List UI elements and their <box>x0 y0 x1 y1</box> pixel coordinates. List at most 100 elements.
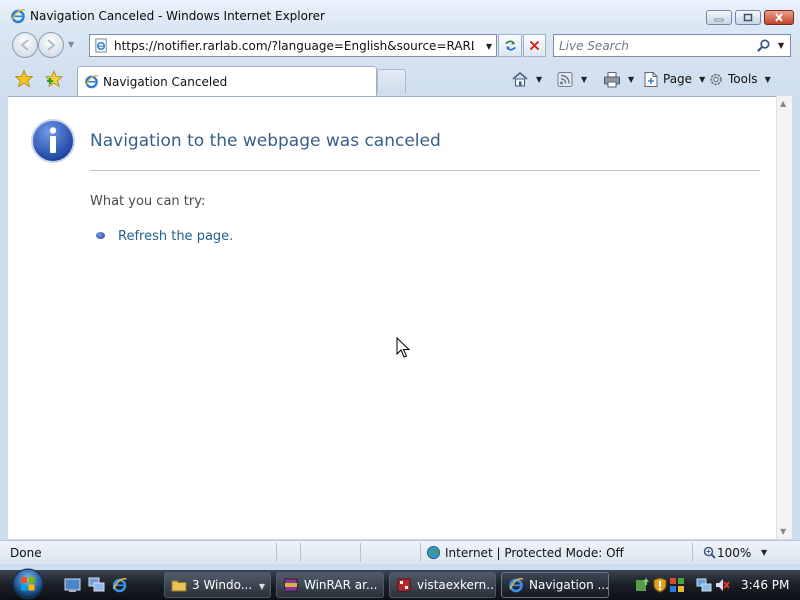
taskbar-button-vistaexkern[interactable]: vistaexkern... <box>389 572 496 598</box>
status-text: Done <box>10 546 42 560</box>
ie-logo-icon <box>11 9 26 24</box>
print-dropdown-icon[interactable]: ▼ <box>628 75 634 84</box>
search-input[interactable] <box>554 35 744 56</box>
page-menu-label: Page <box>663 72 693 86</box>
stop-icon <box>529 40 540 51</box>
minimize-button[interactable] <box>706 10 732 25</box>
print-icon <box>604 71 620 87</box>
status-separator <box>276 543 277 562</box>
title-bar: Navigation Canceled - Windows Internet E… <box>0 0 800 32</box>
print-button[interactable]: ▼ <box>603 70 634 88</box>
scroll-down-icon[interactable]: ▼ <box>780 527 786 536</box>
feeds-dropdown-icon[interactable]: ▼ <box>581 75 587 84</box>
refresh-button[interactable] <box>498 34 522 57</box>
tab-navigation-canceled[interactable]: Navigation Canceled <box>77 66 377 96</box>
vertical-scrollbar[interactable]: ▲ ▼ <box>776 96 792 539</box>
close-icon <box>775 13 783 22</box>
info-icon <box>31 119 75 163</box>
taskbar-button-label: Navigation ... <box>529 578 609 592</box>
page-icon <box>95 38 107 53</box>
close-button[interactable] <box>764 10 794 25</box>
volume-muted-icon[interactable] <box>714 577 730 593</box>
taskbar-button-windows[interactable]: 3 Windo... ▼ <box>164 572 271 598</box>
globe-icon <box>426 545 441 560</box>
taskbar-button-label: 3 Windo... <box>192 578 253 592</box>
zoom-icon <box>703 546 716 559</box>
tools-dropdown-icon: ▼ <box>764 74 771 84</box>
tray-download-icon[interactable] <box>634 577 650 593</box>
windows-update-icon[interactable] <box>669 577 685 593</box>
maximize-button[interactable] <box>735 10 761 25</box>
refresh-icon <box>504 40 516 51</box>
home-dropdown-icon[interactable]: ▼ <box>536 75 542 84</box>
home-icon <box>512 71 528 86</box>
security-zone[interactable]: Internet | Protected Mode: Off <box>445 546 624 560</box>
feeds-button[interactable]: ▼ <box>556 70 587 88</box>
ie-icon <box>509 578 524 593</box>
search-icon[interactable] <box>756 38 771 53</box>
gear-icon <box>710 73 722 85</box>
mouse-cursor-icon <box>396 337 411 358</box>
taskbar-button-winrar[interactable]: WinRAR ar... <box>276 572 384 598</box>
start-button-icon[interactable] <box>6 567 50 600</box>
zoom-dropdown-icon[interactable]: ▼ <box>761 548 767 557</box>
page-menu[interactable]: Page ▼ <box>642 70 705 88</box>
page-icon <box>644 71 658 87</box>
forward-button[interactable] <box>38 32 64 58</box>
taskbar: 3 Windo... ▼ WinRAR ar... vistaexkern...… <box>0 567 800 600</box>
command-bar: Navigation Canceled ▼ ▼ ▼ Page ▼ Tools ▼ <box>0 62 800 96</box>
address-dropdown-icon[interactable]: ▼ <box>486 42 492 51</box>
recent-pages-dropdown-icon[interactable]: ▼ <box>68 40 74 49</box>
url-text[interactable]: https://notifier.rarlab.com/?language=En… <box>114 39 474 53</box>
maximize-icon <box>743 13 753 22</box>
home-button[interactable]: ▼ <box>511 70 542 88</box>
window-title: Navigation Canceled - Windows Internet E… <box>30 9 325 23</box>
switch-windows-icon[interactable] <box>88 577 105 593</box>
security-shield-icon[interactable] <box>652 577 668 593</box>
status-separator <box>360 543 361 562</box>
show-desktop-icon[interactable] <box>64 577 81 593</box>
system-clock[interactable]: 3:46 PM <box>741 578 789 592</box>
tools-menu-label: Tools <box>728 72 758 86</box>
tools-menu[interactable]: Tools ▼ <box>707 70 771 88</box>
page-content: Navigation to the webpage was canceled W… <box>8 96 776 539</box>
bullet-icon <box>96 232 105 239</box>
tab-label: Navigation Canceled <box>103 75 228 89</box>
status-separator <box>420 543 421 562</box>
page-dropdown-icon: ▼ <box>699 74 706 84</box>
new-tab-button[interactable] <box>377 69 406 93</box>
caption-buttons <box>706 10 794 25</box>
add-to-favorites-icon[interactable] <box>44 69 64 89</box>
scroll-up-icon[interactable]: ▲ <box>780 99 786 108</box>
address-bar[interactable]: https://notifier.rarlab.com/?language=En… <box>89 34 497 57</box>
suggestions-label: What you can try: <box>90 194 206 209</box>
minimize-icon <box>714 18 724 22</box>
app-icon <box>397 578 411 592</box>
back-arrow-icon <box>20 39 29 51</box>
status-separator <box>692 543 693 562</box>
status-separator <box>300 543 301 562</box>
search-box[interactable]: ▼ <box>553 34 791 57</box>
taskbar-button-label: WinRAR ar... <box>304 578 378 592</box>
network-icon[interactable] <box>696 577 712 593</box>
folder-icon <box>171 580 187 592</box>
page-heading: Navigation to the webpage was canceled <box>90 131 441 151</box>
address-row: ▼ https://notifier.rarlab.com/?language=… <box>0 30 800 60</box>
group-dropdown-icon: ▼ <box>258 582 265 591</box>
forward-arrow-icon <box>47 39 56 51</box>
status-bar: Done Internet | Protected Mode: Off 100%… <box>0 540 800 564</box>
divider <box>90 170 760 171</box>
winrar-icon <box>284 578 298 592</box>
back-button[interactable] <box>12 32 38 58</box>
ie-window: Navigation Canceled - Windows Internet E… <box>0 0 800 570</box>
refresh-page-link[interactable]: Refresh the page. <box>118 229 233 244</box>
zoom-level[interactable]: 100% <box>717 546 751 560</box>
taskbar-button-navigation[interactable]: Navigation ... <box>501 572 609 598</box>
search-options-dropdown-icon[interactable]: ▼ <box>778 41 784 50</box>
feeds-icon <box>557 71 573 87</box>
stop-button[interactable] <box>523 34 546 57</box>
ie-quicklaunch-icon[interactable] <box>111 577 128 593</box>
ie-page-icon <box>85 74 99 89</box>
taskbar-button-label: vistaexkern... <box>417 578 496 592</box>
favorites-center-icon[interactable] <box>14 69 34 89</box>
